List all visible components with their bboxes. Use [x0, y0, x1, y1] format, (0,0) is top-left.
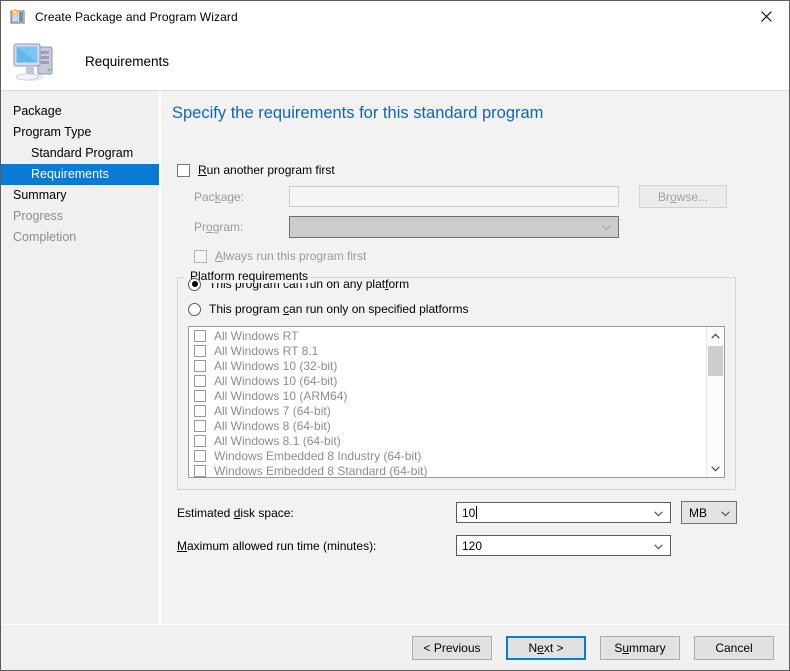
create-package-wizard-window: Create Package and Program Wizard — [0, 0, 790, 671]
checkbox-box — [194, 390, 206, 402]
chevron-down-icon[interactable] — [721, 506, 730, 520]
package-wizard-icon — [10, 9, 26, 25]
checkbox-box — [194, 465, 206, 477]
disk-space-value: 10 — [462, 506, 475, 520]
sidebar-item-progress: Progress — [1, 206, 159, 227]
disk-space-label: Estimated disk space: — [177, 506, 456, 520]
list-item: All Windows 7 (64-bit) — [189, 403, 706, 418]
browse-button: Browse... — [639, 185, 727, 208]
list-item: All Windows RT — [189, 328, 706, 343]
scroll-up-icon[interactable] — [707, 327, 724, 344]
header-banner: Requirements — [1, 32, 789, 91]
close-icon[interactable] — [743, 1, 789, 32]
computer-icon — [12, 39, 60, 83]
dialog-body: Package Program Type Standard Program Re… — [1, 91, 789, 624]
list-item: All Windows 10 (64-bit) — [189, 373, 706, 388]
checkbox-box — [194, 375, 206, 387]
program-combobox — [289, 216, 619, 238]
sidebar-item-summary[interactable]: Summary — [1, 185, 159, 206]
radio-specified-platforms[interactable]: This program can run only on specified p… — [188, 302, 725, 316]
content-heading: Specify the requirements for this standa… — [172, 104, 543, 123]
run-another-program-first-checkbox[interactable]: Run another program first — [177, 163, 779, 177]
chevron-down-icon[interactable] — [654, 539, 663, 553]
summary-button[interactable]: Summary — [600, 636, 680, 660]
sidebar-item-standard-program[interactable]: Standard Program — [1, 143, 159, 164]
page-title: Requirements — [85, 54, 169, 69]
checkbox-box — [194, 250, 207, 263]
run-time-input[interactable]: 120 — [456, 535, 671, 556]
requirements-form: Run another program first Package: Brows… — [177, 163, 779, 556]
list-item: All Windows RT 8.1 — [189, 343, 706, 358]
package-input — [289, 186, 619, 207]
disk-space-row: Estimated disk space: 10 MB — [177, 501, 779, 524]
disk-space-unit-value: MB — [689, 506, 707, 520]
radio-button — [188, 303, 201, 316]
checkbox-box — [194, 360, 206, 372]
platform-list-scrollbar[interactable] — [706, 327, 724, 477]
sidebar-item-package[interactable]: Package — [1, 101, 159, 122]
program-label: Program: — [177, 220, 289, 234]
sidebar-item-program-type[interactable]: Program Type — [1, 122, 159, 143]
program-field-row: Program: — [177, 216, 779, 238]
platform-requirements-group: Platform requirements This program can r… — [177, 277, 736, 490]
list-item: Windows Embedded 8 Standard (64-bit) — [189, 463, 706, 477]
next-button[interactable]: Next > — [506, 636, 586, 660]
text-caret — [476, 506, 477, 519]
run-time-row: Maximum allowed run time (minutes): 120 — [177, 535, 779, 556]
chevron-down-icon — [602, 220, 611, 234]
chevron-down-icon[interactable] — [654, 506, 663, 520]
window-title: Create Package and Program Wizard — [35, 10, 238, 24]
list-item: All Windows 10 (32-bit) — [189, 358, 706, 373]
run-time-label: Maximum allowed run time (minutes): — [177, 539, 456, 553]
platform-list[interactable]: All Windows RT All Windows RT 8.1 All Wi… — [188, 326, 725, 478]
previous-button[interactable]: < Previous — [412, 636, 492, 660]
checkbox-box — [194, 345, 206, 357]
checkbox-box — [194, 450, 206, 462]
always-run-program-first-label: Always run this program first — [215, 249, 366, 263]
radio-specified-platforms-label: This program can run only on specified p… — [209, 302, 468, 316]
title-bar: Create Package and Program Wizard — [1, 1, 789, 32]
radio-button — [188, 278, 201, 291]
sidebar-item-completion: Completion — [1, 227, 159, 248]
checkbox-box — [194, 435, 206, 447]
list-item: All Windows 10 (ARM64) — [189, 388, 706, 403]
cancel-button[interactable]: Cancel — [694, 636, 774, 660]
run-time-value: 120 — [462, 539, 482, 553]
always-run-program-first-checkbox: Always run this program first — [177, 249, 779, 263]
scrollbar-thumb[interactable] — [708, 346, 723, 376]
content-panel: Specify the requirements for this standa… — [161, 91, 789, 624]
scroll-down-icon[interactable] — [707, 460, 724, 477]
list-item: All Windows 8.1 (64-bit) — [189, 433, 706, 448]
checkbox-box — [194, 420, 206, 432]
list-item: Windows Embedded 8 Industry (64-bit) — [189, 448, 706, 463]
checkbox-box — [194, 405, 206, 417]
sidebar-item-requirements[interactable]: Requirements — [1, 164, 159, 185]
run-another-program-first-label: Run another program first — [198, 163, 335, 177]
list-item: All Windows 8 (64-bit) — [189, 418, 706, 433]
package-field-row: Package: Browse... — [177, 185, 779, 208]
disk-space-unit-select[interactable]: MB — [681, 501, 737, 524]
checkbox-box — [194, 330, 206, 342]
wizard-step-nav: Package Program Type Standard Program Re… — [1, 91, 161, 624]
dialog-footer: < Previous Next > Summary Cancel — [1, 624, 789, 670]
disk-space-input[interactable]: 10 — [456, 502, 671, 523]
package-label: Package: — [177, 190, 289, 204]
checkbox-box — [177, 164, 190, 177]
platform-list-items: All Windows RT All Windows RT 8.1 All Wi… — [189, 327, 706, 477]
platform-requirements-label: Platform requirements — [186, 269, 312, 283]
